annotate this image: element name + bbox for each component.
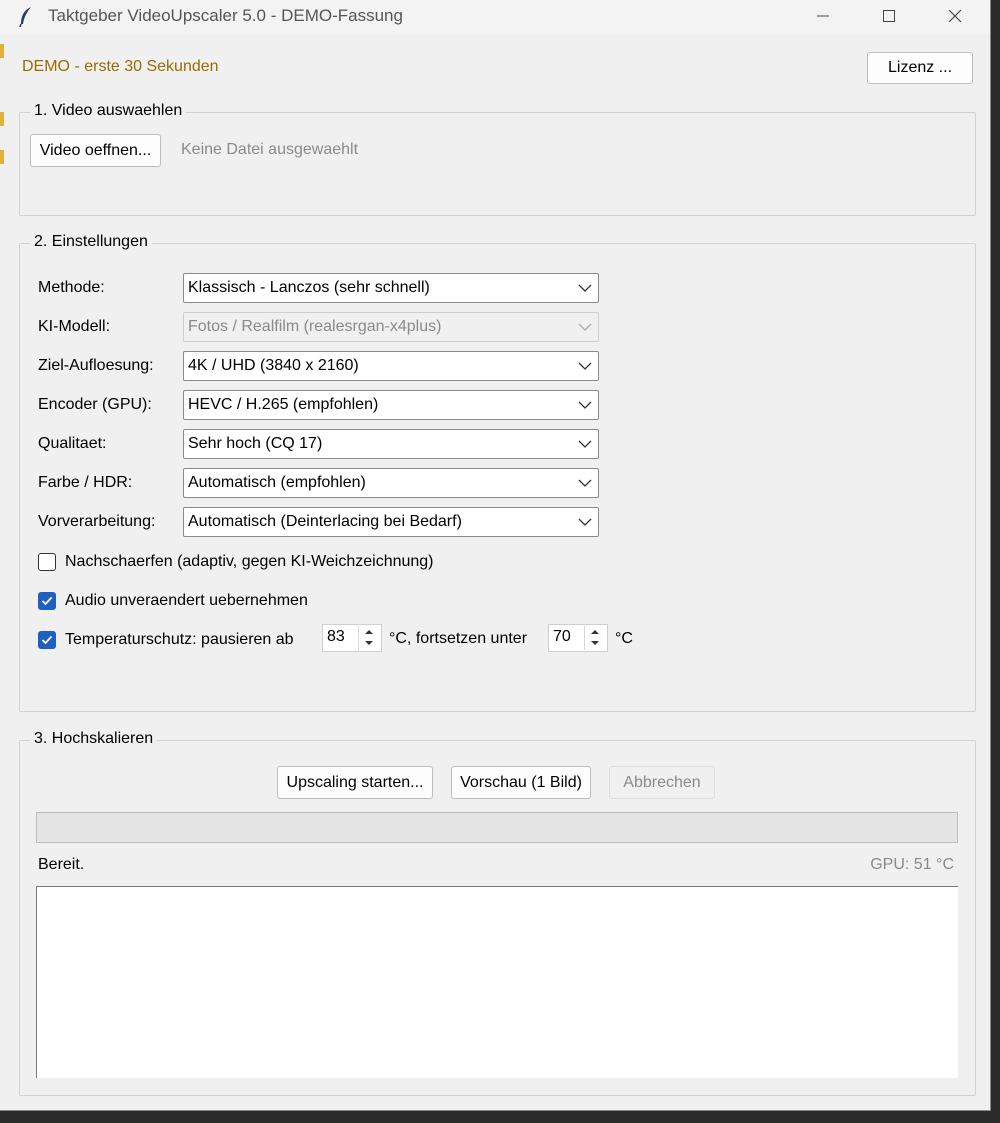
method-label: Methode: xyxy=(38,279,105,296)
maximize-button[interactable] xyxy=(856,0,922,32)
preprocessing-label: Vorverarbeitung: xyxy=(38,513,156,530)
start-upscaling-button[interactable]: Upscaling starten... xyxy=(277,766,433,799)
resume-temp-value: 70 xyxy=(553,628,571,645)
progress-bar xyxy=(36,812,958,843)
video-select-legend: 1. Video auswaehlen xyxy=(30,102,187,120)
preprocessing-value: Automatisch (Deinterlacing bei Bedarf) xyxy=(188,513,462,530)
background-window-edge xyxy=(0,0,4,700)
sharpen-label: Nachschaerfen (adaptiv, gegen KI-Weichze… xyxy=(65,553,434,570)
demo-label: DEMO - erste 30 Sekunden xyxy=(22,58,219,75)
checkmark-icon xyxy=(41,635,53,645)
chevron-down-icon xyxy=(578,440,592,448)
feather-icon xyxy=(19,7,31,28)
chevron-down-icon xyxy=(578,284,592,292)
chevron-down-icon xyxy=(578,323,592,331)
color-hdr-select[interactable]: Automatisch (empfohlen) xyxy=(183,468,599,498)
video-select-group xyxy=(19,112,976,216)
preview-button[interactable]: Vorschau (1 Bild) xyxy=(451,766,591,799)
open-video-button[interactable]: Video oeffnen... xyxy=(30,134,161,167)
ai-model-value: Fotos / Realfilm (realesrgan-x4plus) xyxy=(188,318,442,335)
minimize-button[interactable] xyxy=(790,0,856,32)
settings-legend: 2. Einstellungen xyxy=(30,233,152,251)
resolution-value: 4K / UHD (3840 x 2160) xyxy=(188,357,359,374)
ai-model-select[interactable]: Fotos / Realfilm (realesrgan-x4plus) xyxy=(183,312,599,342)
temperature-middle-label: °C, fortsetzen unter xyxy=(389,630,528,647)
audio-label: Audio unveraendert uebernehmen xyxy=(65,592,308,609)
quality-select[interactable]: Sehr hoch (CQ 17) xyxy=(183,429,599,459)
status-label: Bereit. xyxy=(38,856,85,873)
minimize-icon xyxy=(817,15,829,17)
spin-down-icon[interactable] xyxy=(359,637,379,648)
chevron-down-icon xyxy=(578,401,592,409)
quality-label: Qualitaet: xyxy=(38,435,107,452)
checkmark-icon xyxy=(41,596,53,606)
preprocessing-select[interactable]: Automatisch (Deinterlacing bei Bedarf) xyxy=(183,507,599,537)
close-button[interactable] xyxy=(922,0,988,32)
temperature-checkbox[interactable] xyxy=(38,631,56,649)
chevron-down-icon xyxy=(578,362,592,370)
chevron-down-icon xyxy=(578,479,592,487)
color-hdr-label: Farbe / HDR: xyxy=(38,474,133,491)
spin-down-icon[interactable] xyxy=(585,637,605,648)
method-select[interactable]: Klassisch - Lanczos (sehr schnell) xyxy=(183,273,599,303)
resume-temp-spinbox[interactable]: 70 xyxy=(548,624,608,652)
file-status-label: Keine Datei ausgewaehlt xyxy=(181,141,359,158)
spin-up-icon[interactable] xyxy=(359,626,379,637)
spin-up-icon[interactable] xyxy=(585,626,605,637)
license-button[interactable]: Lizenz ... xyxy=(867,52,973,84)
maximize-icon xyxy=(883,10,895,22)
color-hdr-value: Automatisch (empfohlen) xyxy=(188,474,366,491)
audio-checkbox[interactable] xyxy=(38,592,56,610)
ai-model-label: KI-Modell: xyxy=(38,318,111,335)
temperature-unit-label: °C xyxy=(615,630,633,647)
close-icon xyxy=(948,9,962,23)
log-textarea[interactable] xyxy=(36,886,958,1078)
quality-value: Sehr hoch (CQ 17) xyxy=(188,435,323,452)
encoder-select[interactable]: HEVC / H.265 (empfohlen) xyxy=(183,390,599,420)
resolution-select[interactable]: 4K / UHD (3840 x 2160) xyxy=(183,351,599,381)
sharpen-checkbox[interactable] xyxy=(38,553,56,571)
pause-temp-value: 83 xyxy=(327,628,345,645)
chevron-down-icon xyxy=(578,518,592,526)
gpu-temperature-label: GPU: 51 °C xyxy=(870,856,954,873)
pause-temp-spinbox[interactable]: 83 xyxy=(322,624,382,652)
title-bar[interactable]: Taktgeber VideoUpscaler 5.0 - DEMO-Fassu… xyxy=(0,0,990,34)
temperature-label: Temperaturschutz: pausieren ab xyxy=(65,631,294,648)
app-window: Taktgeber VideoUpscaler 5.0 - DEMO-Fassu… xyxy=(0,0,991,1111)
resolution-label: Ziel-Aufloesung: xyxy=(38,357,154,374)
encoder-value: HEVC / H.265 (empfohlen) xyxy=(188,396,379,413)
encoder-label: Encoder (GPU): xyxy=(38,396,152,413)
cancel-button[interactable]: Abbrechen xyxy=(609,766,715,799)
upscale-legend: 3. Hochskalieren xyxy=(30,730,158,748)
window-title: Taktgeber VideoUpscaler 5.0 - DEMO-Fassu… xyxy=(48,6,403,25)
method-value: Klassisch - Lanczos (sehr schnell) xyxy=(188,279,430,296)
